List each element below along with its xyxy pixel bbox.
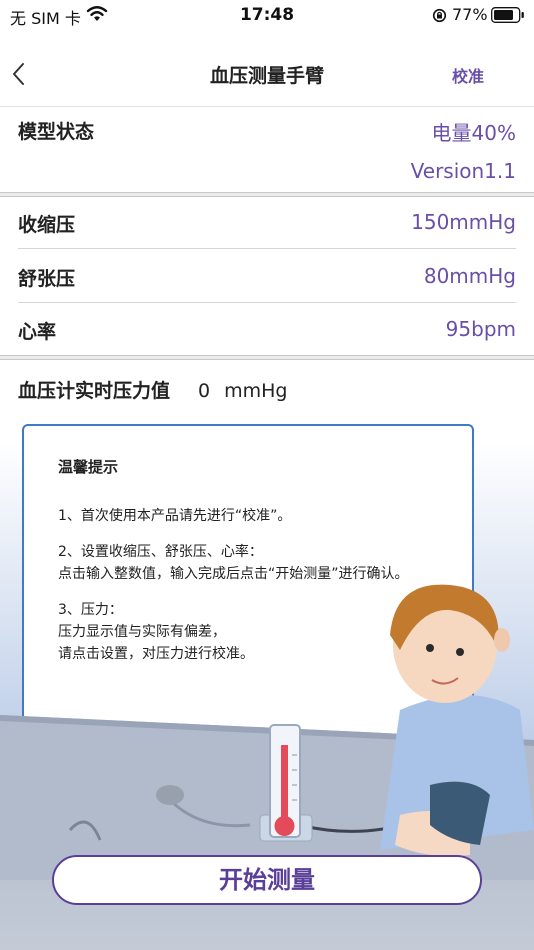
diastolic-value[interactable]: 80mmHg	[424, 264, 516, 288]
realtime-pressure: 血压计实时压力值 0 mmHg	[18, 376, 287, 403]
tip-item: 2、设置收缩压、舒张压、心率： 点击输入整数值，输入完成后点击“开始测量”进行确…	[58, 541, 456, 585]
battery-percent: 77%	[452, 5, 488, 24]
systolic-value[interactable]: 150mmHg	[411, 210, 516, 234]
tip-text: 2、设置收缩压、舒张压、心率：	[58, 544, 263, 560]
heart-rate-value[interactable]: 95bpm	[446, 317, 516, 341]
battery-icon	[491, 7, 524, 23]
systolic-label: 收缩压	[18, 214, 76, 236]
model-version-value: Version1.1	[410, 159, 516, 183]
rotation-lock-icon	[432, 8, 447, 23]
diastolic-label: 舒张压	[18, 268, 76, 290]
section-divider	[0, 192, 534, 197]
tip-text: 1、首次使用本产品请先进行“校准”。	[58, 508, 292, 524]
model-battery-value: 电量40%	[431, 121, 516, 145]
section-divider	[0, 355, 534, 360]
calibrate-button[interactable]: 校准	[452, 63, 484, 87]
tip-item: 1、首次使用本产品请先进行“校准”。	[58, 505, 456, 527]
nav-bar: 血压测量手臂 校准	[0, 44, 534, 104]
realtime-pressure-label: 血压计实时压力值	[18, 380, 171, 402]
realtime-pressure-value: 0	[198, 380, 211, 402]
realtime-pressure-unit: mmHg	[224, 380, 288, 402]
start-measurement-button[interactable]: 开始测量	[52, 855, 482, 905]
status-bar: 无 SIM 卡 17:48 77%	[0, 0, 534, 30]
heart-rate-label: 心率	[18, 321, 57, 343]
tips-title: 温馨提示	[58, 458, 119, 476]
foreground-illustration	[0, 584, 534, 880]
row-divider	[18, 302, 516, 303]
person-illustration	[380, 584, 534, 857]
model-status-label: 模型状态	[18, 121, 95, 143]
nav-divider	[0, 106, 534, 107]
row-divider	[18, 248, 516, 249]
